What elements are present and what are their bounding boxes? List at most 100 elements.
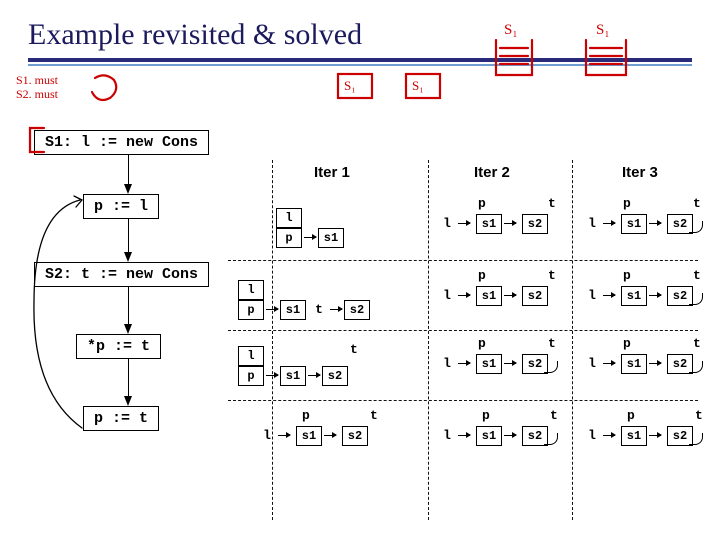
var-label: l: [583, 286, 601, 306]
var-label: p: [623, 336, 631, 351]
points-to-arrow-icon: [266, 375, 278, 376]
var-cell: p: [238, 366, 264, 386]
var-label: t: [693, 196, 701, 211]
var-label: t: [548, 336, 556, 351]
edge-arrow-icon: [504, 295, 516, 296]
flow-arrow-icon: [124, 252, 132, 262]
obj-cell: s1: [476, 286, 502, 306]
row-divider: [228, 260, 698, 261]
edge-arrow-icon: [308, 375, 320, 376]
annotation-scribble-icon: S₁ S₁: [328, 60, 468, 106]
self-loop-icon: [689, 293, 703, 305]
obj-cell: s1: [476, 214, 502, 234]
iter-label: Iter 2: [474, 164, 510, 181]
points-to-arrow-icon: [458, 435, 470, 436]
flow-arrow-line: [128, 358, 129, 398]
flow-arrow-icon: [124, 184, 132, 194]
edge-arrow-icon: [649, 435, 661, 436]
self-loop-icon: [544, 361, 558, 373]
obj-cell: s2: [344, 300, 370, 320]
flow-arrow-line: [128, 154, 129, 186]
pts-graph: p t l s1 s2: [583, 270, 703, 306]
pts-graph: l p s1: [276, 208, 344, 248]
var-label: t: [548, 268, 556, 283]
var-cell: l: [276, 208, 302, 228]
var-label: t: [370, 408, 378, 423]
self-loop-icon: [689, 433, 703, 445]
obj-cell: s1: [280, 366, 306, 386]
stmt-s1: S1: l := new Cons: [34, 130, 209, 155]
obj-cell: s2: [522, 286, 548, 306]
points-to-arrow-icon: [603, 223, 615, 224]
var-cell: p: [276, 228, 302, 248]
pts-graph: l p s1 t s2: [238, 280, 370, 320]
flow-arrow-line: [128, 286, 129, 326]
points-to-arrow-icon: [330, 309, 342, 310]
pts-graph: p t l s1 s2: [583, 198, 703, 234]
annotation-scribble-icon: S₁ S₁: [486, 20, 706, 82]
points-to-arrow-icon: [458, 223, 470, 224]
var-label: p: [482, 408, 490, 423]
points-to-arrow-icon: [603, 435, 615, 436]
points-to-arrow-icon: [458, 363, 470, 364]
var-cell: l: [238, 280, 264, 300]
var-label: p: [623, 196, 631, 211]
back-edge-icon: [26, 192, 86, 442]
obj-cell: s1: [621, 354, 647, 374]
var-label: p: [302, 408, 310, 423]
flow-arrow-icon: [124, 396, 132, 406]
edge-arrow-icon: [649, 295, 661, 296]
self-loop-icon: [689, 361, 703, 373]
obj-cell: s1: [621, 426, 647, 446]
obj-cell: s2: [322, 366, 348, 386]
var-label: t: [693, 336, 701, 351]
obj-cell: s1: [296, 426, 322, 446]
pts-graph: p t l s1 s2: [583, 410, 703, 446]
var-label: p: [478, 196, 486, 211]
points-to-arrow-icon: [266, 309, 278, 310]
var-label: p: [623, 268, 631, 283]
var-label: l: [583, 354, 601, 374]
edge-arrow-icon: [504, 363, 516, 364]
var-label: l: [438, 286, 456, 306]
var-label: t: [693, 268, 701, 283]
points-to-arrow-icon: [603, 363, 615, 364]
diagram-area: S1: l := new Cons p := l S2: t := new Co…: [28, 80, 692, 520]
svg-text:S2. must: S2. must: [16, 87, 59, 101]
points-to-arrow-icon: [603, 295, 615, 296]
obj-cell: s2: [342, 426, 368, 446]
var-cell: l: [238, 346, 264, 366]
svg-text:S₁: S₁: [412, 78, 424, 93]
edge-arrow-icon: [649, 223, 661, 224]
pts-graph: p t l s1 s2: [258, 410, 368, 446]
stmt-p-eq-t: p := t: [83, 406, 159, 431]
row-divider: [228, 400, 698, 401]
iter-label: Iter 3: [622, 164, 658, 181]
obj-cell: s1: [621, 214, 647, 234]
obj-cell: s1: [318, 228, 344, 248]
points-to-arrow-icon: [458, 295, 470, 296]
stmt-star-p-eq-t: *p := t: [76, 334, 161, 359]
obj-cell: s1: [476, 354, 502, 374]
var-label: l: [438, 426, 456, 446]
annotation-notes-icon: S1. must S2. must: [10, 68, 150, 128]
var-label: t: [310, 300, 328, 320]
iter-divider: [572, 160, 573, 520]
var-label: l: [583, 426, 601, 446]
var-cell: p: [238, 300, 264, 320]
var-label: l: [438, 214, 456, 234]
iter-label: Iter 1: [314, 164, 350, 181]
var-label: l: [438, 354, 456, 374]
flow-arrow-icon: [124, 324, 132, 334]
iter-divider: [272, 160, 273, 520]
annotation-bracket-icon: [26, 126, 50, 156]
flow-arrow-line: [128, 218, 129, 254]
var-label: p: [478, 268, 486, 283]
edge-arrow-icon: [504, 223, 516, 224]
obj-cell: s1: [280, 300, 306, 320]
var-label: t: [695, 408, 703, 423]
pts-graph: p t l s1 s2: [438, 270, 548, 306]
pts-graph: p t l s1 s2: [438, 338, 558, 374]
points-to-arrow-icon: [278, 435, 290, 436]
edge-arrow-icon: [649, 363, 661, 364]
